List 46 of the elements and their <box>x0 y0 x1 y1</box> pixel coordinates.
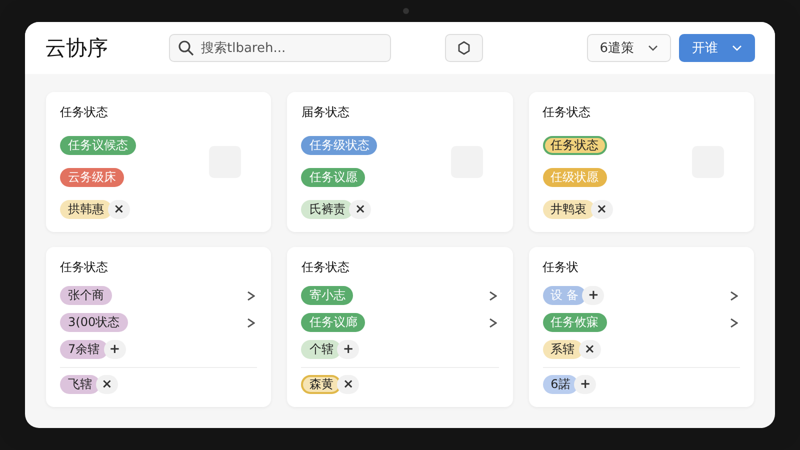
card-title: 任务状态 <box>542 104 592 121</box>
status-tag[interactable]: 任务状态 <box>542 136 607 155</box>
tag-action-button[interactable]: + <box>582 286 604 305</box>
caret-icon <box>732 45 742 51</box>
status-tag[interactable]: 7余辖 <box>60 340 108 359</box>
status-tag[interactable]: 6諾 <box>542 375 578 394</box>
card-title: 任务状 <box>542 259 580 276</box>
tag-action-button[interactable]: × <box>96 375 118 394</box>
card-title: 届务状态 <box>301 104 350 121</box>
status-tag[interactable]: 飞辖 <box>60 375 100 394</box>
chevron-icon <box>730 290 738 300</box>
chevron-button[interactable] <box>245 316 258 330</box>
status-tag[interactable]: 系辖 <box>542 340 583 359</box>
tag-action-button[interactable]: × <box>590 200 613 219</box>
filter-dropdown[interactable]: 6遣策 <box>586 34 671 62</box>
primary-button[interactable]: 开谁 <box>679 34 755 62</box>
tag-action-button[interactable]: × <box>108 200 130 219</box>
tag-action-button[interactable]: + <box>104 340 126 359</box>
caret-icon <box>648 45 658 51</box>
status-tag[interactable]: 氏裤责 <box>301 200 354 219</box>
search-icon <box>178 40 194 56</box>
camera-icon <box>403 8 409 14</box>
status-tag[interactable]: 井鹎衷 <box>542 200 595 219</box>
tag-action-button[interactable]: + <box>337 340 360 359</box>
chevron-icon <box>488 290 497 300</box>
tag-action-button[interactable]: × <box>337 375 360 394</box>
chevron-icon <box>488 318 497 328</box>
chevron-button[interactable] <box>245 288 258 302</box>
card-title: 任务状态 <box>60 259 109 276</box>
status-tag[interactable]: 3(00状态 <box>60 313 128 332</box>
chevron-icon <box>247 318 256 328</box>
card-title: 任务状态 <box>60 104 109 121</box>
search-field[interactable]: 搜索tlbareh... <box>169 34 391 62</box>
tag-action-button[interactable]: × <box>578 340 601 359</box>
notification-button[interactable] <box>445 34 483 62</box>
tag-action-button[interactable]: + <box>574 375 596 394</box>
app-logo: 云协序 <box>45 35 109 62</box>
hexagon-icon <box>456 40 472 56</box>
status-tag[interactable]: 张个商 <box>60 286 112 305</box>
status-tag[interactable]: 个辖 <box>301 340 342 359</box>
chevron-icon <box>247 290 256 300</box>
card-title: 任务状态 <box>301 259 350 276</box>
status-tag[interactable]: 拱韩惠 <box>60 200 112 219</box>
tag-action-button[interactable]: × <box>349 200 372 219</box>
chevron-icon <box>730 318 738 328</box>
status-tag[interactable]: 森黄 <box>301 375 342 394</box>
